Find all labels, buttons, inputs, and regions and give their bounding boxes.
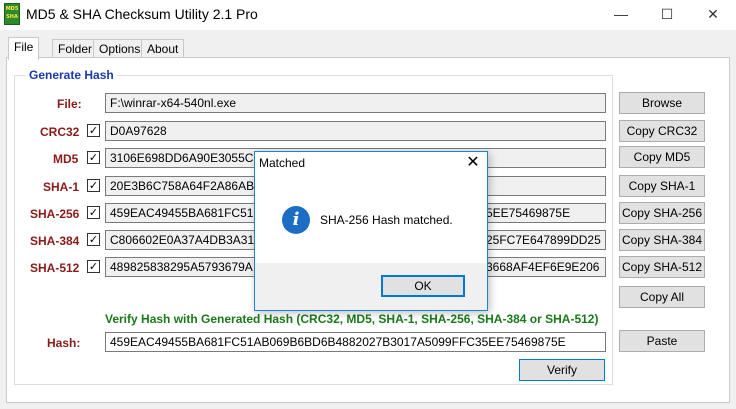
dialog-footer: OK [255, 263, 487, 310]
crc32-checkbox[interactable]: ✓ [87, 124, 100, 137]
dialog-message: SHA-256 Hash matched. [320, 213, 453, 227]
verify-hash-title: Verify Hash with Generated Hash (CRC32, … [105, 312, 599, 326]
copy-all-button[interactable]: Copy All [619, 286, 705, 308]
sha256-hash-value-end: 5EE75469875E [486, 206, 571, 220]
sha384-hash-value: C806602E0A37A4DB3A31 [110, 233, 255, 247]
app-icon-text-bottom: SHA [6, 14, 18, 20]
copy-sha512-button[interactable]: Copy SHA-512 [619, 256, 705, 278]
browse-button[interactable]: Browse [619, 92, 705, 114]
sha256-hash-value: 459EAC49455BA681FC51 [110, 206, 254, 220]
copy-sha384-button[interactable]: Copy SHA-384 [619, 229, 705, 251]
tab-file[interactable]: File [8, 37, 40, 60]
sha512-checkbox[interactable]: ✓ [87, 260, 100, 273]
verify-hash-input[interactable]: 459EAC49455BA681FC51AB069B6BD6B4882027B3… [105, 332, 606, 352]
window-title: MD5 & SHA Checksum Utility 2.1 Pro [26, 6, 258, 22]
md5-checkbox[interactable]: ✓ [87, 151, 100, 164]
minimize-button[interactable]: — [598, 0, 644, 30]
hash-label: Hash: [47, 336, 81, 350]
sha256-label: SHA-256 [30, 207, 80, 221]
copy-sha1-button[interactable]: Copy SHA-1 [619, 175, 705, 197]
file-path-field[interactable]: F:\winrar-x64-540nl.exe [105, 93, 606, 113]
tab-about[interactable]: About [141, 39, 185, 59]
copy-crc32-button[interactable]: Copy CRC32 [619, 120, 705, 142]
sha1-checkbox[interactable]: ✓ [87, 179, 100, 192]
sha384-label: SHA-384 [30, 234, 80, 248]
file-label: File: [57, 97, 82, 111]
crc32-label: CRC32 [40, 125, 80, 139]
dialog-title: Matched [259, 156, 306, 170]
title-bar: MD5 SHA MD5 & SHA Checksum Utility 2.1 P… [0, 0, 736, 30]
sha512-hash-value-end: 3668AF4EF6E9E206 [486, 260, 600, 274]
md5-label: MD5 [53, 152, 79, 166]
copy-sha256-button[interactable]: Copy SHA-256 [619, 202, 705, 224]
dialog-close-button[interactable]: ✕ [463, 154, 483, 174]
dialog-body: i SHA-256 Hash matched. [255, 178, 487, 263]
app-icon: MD5 SHA [4, 3, 20, 25]
sha512-label: SHA-512 [30, 261, 80, 275]
paste-button[interactable]: Paste [619, 330, 705, 352]
sha384-hash-value-end: 25FC7E647899DD25 [486, 233, 601, 247]
sha256-checkbox[interactable]: ✓ [87, 206, 100, 219]
ok-button[interactable]: OK [381, 275, 465, 297]
tab-options[interactable]: Options [93, 39, 147, 59]
sha384-checkbox[interactable]: ✓ [87, 233, 100, 246]
maximize-button[interactable]: ☐ [644, 0, 690, 30]
matched-dialog: Matched ✕ i SHA-256 Hash matched. OK [254, 151, 488, 311]
sha1-label: SHA-1 [43, 180, 80, 194]
verify-button[interactable]: Verify [519, 359, 605, 381]
sha512-hash-value: 489825838295A5793679A [110, 260, 253, 274]
crc32-hash-field[interactable]: D0A97628 [105, 121, 606, 141]
close-button[interactable]: ✕ [690, 0, 736, 30]
tab-folder[interactable]: Folder [52, 39, 99, 59]
generate-hash-title: Generate Hash [26, 68, 117, 82]
app-icon-text-top: MD5 [5, 6, 19, 12]
copy-md5-button[interactable]: Copy MD5 [619, 146, 705, 168]
info-icon: i [282, 206, 310, 234]
